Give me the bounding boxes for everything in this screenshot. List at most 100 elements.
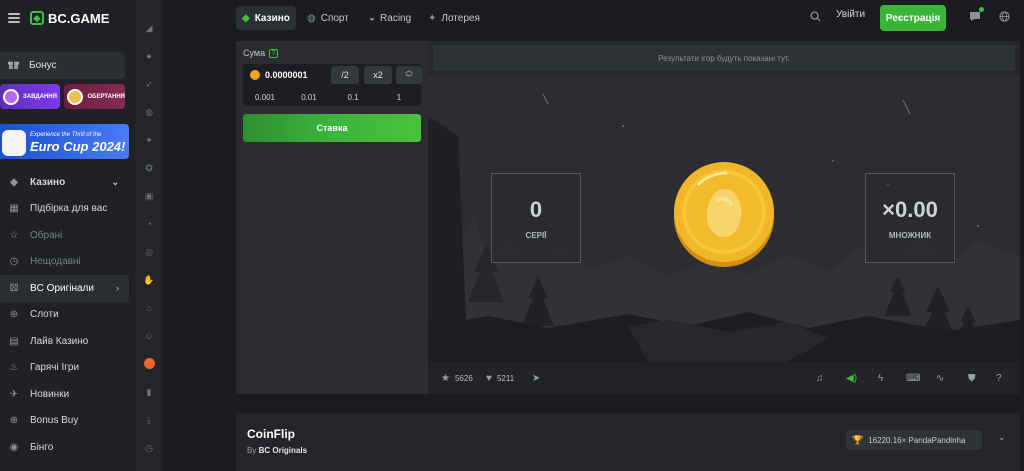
bet-panel: Сума ? 0.0000001 /2 x2 ︿ ﹀ 0.001 0.01 0.… xyxy=(236,41,428,394)
tab-label: Спорт xyxy=(320,12,349,24)
sidebar-item[interactable]: ⊕ Bonus Buy xyxy=(0,408,129,435)
sidebar-item-label: Обрані xyxy=(30,229,63,241)
chevron-icon: ⌄ xyxy=(111,176,119,187)
rail-target-icon[interactable]: ◎ xyxy=(143,246,155,258)
preset-button[interactable]: 1 xyxy=(377,88,421,106)
heart-icon: ♥ xyxy=(486,372,492,384)
share-button[interactable]: ➤ xyxy=(532,362,540,394)
new-icon: ✈ xyxy=(9,388,19,400)
globe-icon[interactable] xyxy=(999,11,1010,25)
sidebar-item[interactable]: ⚄ BC Оригінали › xyxy=(0,275,129,302)
chevron-down-icon[interactable]: ⌄ xyxy=(998,432,1006,443)
rail-coin-icon[interactable] xyxy=(143,357,155,369)
chevron-up-icon: ︿ xyxy=(405,67,413,74)
tasks-card[interactable]: ЗАВДАННЯ xyxy=(0,84,61,109)
half-button[interactable]: /2 xyxy=(331,66,359,84)
fairness-button[interactable]: ⛊ xyxy=(968,362,976,394)
tab-label: Racing xyxy=(380,12,412,24)
sidebar-item[interactable]: ◆ Казино ⌄ xyxy=(0,169,129,196)
rail-globe-icon[interactable]: ◍ xyxy=(143,106,155,118)
star-icon: ★ xyxy=(441,372,450,384)
rail-clock-icon[interactable]: ◷ xyxy=(143,442,155,454)
place-bet-button[interactable]: Ставка xyxy=(243,114,421,142)
speaker-icon: ◀) xyxy=(846,372,858,384)
rail-chip-icon[interactable]: ✦ xyxy=(143,134,155,146)
star-icon: ☆ xyxy=(9,229,19,241)
spin-label: ОБЕРТАННЯ xyxy=(87,93,125,100)
tasks-label: ЗАВДАННЯ xyxy=(23,93,57,100)
by-prefix: By xyxy=(247,446,257,455)
tab-lottery[interactable]: ✦ Лотерея xyxy=(422,6,486,30)
logo-text: BC.GAME xyxy=(48,10,110,26)
login-button[interactable]: Увійти xyxy=(836,9,865,20)
menu-icon[interactable] xyxy=(8,13,20,23)
tab-casino[interactable]: ◆ Казино xyxy=(236,6,296,30)
sidebar-item[interactable]: ♨ Гарячі Ігри xyxy=(0,355,129,382)
shield-icon: ⛊ xyxy=(968,372,976,384)
range-button[interactable]: ︿ ﹀ xyxy=(396,66,422,84)
search-icon[interactable] xyxy=(810,11,821,25)
preset-button[interactable]: 0.1 xyxy=(331,88,375,106)
chat-icon[interactable] xyxy=(969,11,981,25)
rail-timer-icon[interactable]: ◔ xyxy=(143,218,155,230)
sidebar-item[interactable]: ◉ Бінго xyxy=(0,434,129,461)
question-icon: ? xyxy=(996,372,1002,384)
rail-hand-icon[interactable]: ✋ xyxy=(143,274,155,286)
music-button[interactable]: ♫ xyxy=(816,362,824,394)
sidebar-item-bonus[interactable]: Бонус xyxy=(0,52,125,79)
rail-gift-icon[interactable]: ⌂ xyxy=(143,302,155,314)
rail-support-icon[interactable]: ☺ xyxy=(143,330,155,342)
hotkeys-button[interactable]: ϟ xyxy=(878,362,883,394)
sidebar-item[interactable]: ☆ Обрані xyxy=(0,222,129,249)
spin-card[interactable]: ОБЕРТАННЯ xyxy=(64,84,125,109)
sidebar-item[interactable]: ✈ Новинки xyxy=(0,381,129,408)
sidebar-item[interactable]: ▤ Лайв Казино xyxy=(0,328,129,355)
lightning-icon: ϟ xyxy=(878,372,884,384)
sound-button[interactable]: ◀) xyxy=(846,362,857,394)
sidebar-item[interactable]: ◷ Нещодавні xyxy=(0,249,129,276)
multiplier-box: ×0.00 МНОЖНИК xyxy=(865,173,955,263)
rail-promo-icon[interactable]: ● xyxy=(143,50,155,62)
euro-cup-banner[interactable]: Experience the Thrill of the Euro Cup 20… xyxy=(0,124,129,159)
fire-icon: ♨ xyxy=(9,362,19,374)
clock-icon: ◷ xyxy=(9,256,19,268)
rail-bottle-icon[interactable]: ▮ xyxy=(143,386,155,398)
stats-button[interactable]: ∿ xyxy=(936,362,944,394)
collapse-icon[interactable]: ◢ xyxy=(143,22,155,34)
tab-racing[interactable]: ◒ Racing xyxy=(363,6,417,30)
multiplier-value: ×0.00 xyxy=(882,196,938,222)
provider-link[interactable]: BC Originals xyxy=(259,446,307,455)
keyboard-button[interactable]: ⌨ xyxy=(906,362,920,394)
preset-button[interactable]: 0.001 xyxy=(243,88,287,106)
double-button[interactable]: x2 xyxy=(364,66,392,84)
tab-sport[interactable]: ◍ Спорт xyxy=(301,6,355,30)
record-badge[interactable]: 🏆 16220.16× PandaPandinha xyxy=(846,430,982,450)
rail-download-icon[interactable]: ⤓ xyxy=(143,414,155,426)
rail-news-icon[interactable]: ▣ xyxy=(143,190,155,202)
gift-icon xyxy=(8,59,19,73)
dice-icon: ⚄ xyxy=(9,282,19,294)
signup-button[interactable]: Реєстрація xyxy=(880,5,946,31)
sidebar-item-label: Слоти xyxy=(30,309,59,321)
logo[interactable]: ◆ BC.GAME xyxy=(30,11,109,26)
tab-label: Казино xyxy=(254,12,290,24)
amount-input[interactable]: 0.0000001 xyxy=(243,64,327,85)
preset-button[interactable]: 0.01 xyxy=(287,88,331,106)
help-icon[interactable]: ? xyxy=(269,48,279,58)
coin-icon[interactable] xyxy=(673,161,775,267)
favorite-button[interactable]: ♥ 5211 xyxy=(486,362,514,394)
sidebar-item[interactable]: ▦ Підбірка для вас xyxy=(0,196,129,223)
rail-rocket-icon[interactable]: ➶ xyxy=(143,78,155,90)
help-button[interactable]: ? xyxy=(996,362,1002,394)
sidebar-item[interactable]: ⊛ Слоти xyxy=(0,302,129,329)
rail-star-icon[interactable]: ✪ xyxy=(143,162,155,174)
sidebar-item-label: Гарячі Ігри xyxy=(30,362,80,374)
sidebar-nav: ◆ Казино ⌄ ▦ Підбірка для вас ☆ Обрані ◷ Нещодав… xyxy=(0,169,129,461)
like-button[interactable]: ★ 5626 xyxy=(441,362,473,394)
casino-icon: ◆ xyxy=(10,176,18,188)
sidebar-item-label: BC Оригінали xyxy=(30,282,94,294)
like-count: 5626 xyxy=(454,373,473,383)
top-bar: ◆ Казино ◍ Спорт ◒ Racing ✦ Лотерея Увій… xyxy=(163,0,1024,36)
series-label: СЕРІЇ xyxy=(525,230,547,240)
amount-controls: 0.0000001 /2 x2 ︿ ﹀ 0.001 0.01 0.1 1 xyxy=(243,64,422,106)
